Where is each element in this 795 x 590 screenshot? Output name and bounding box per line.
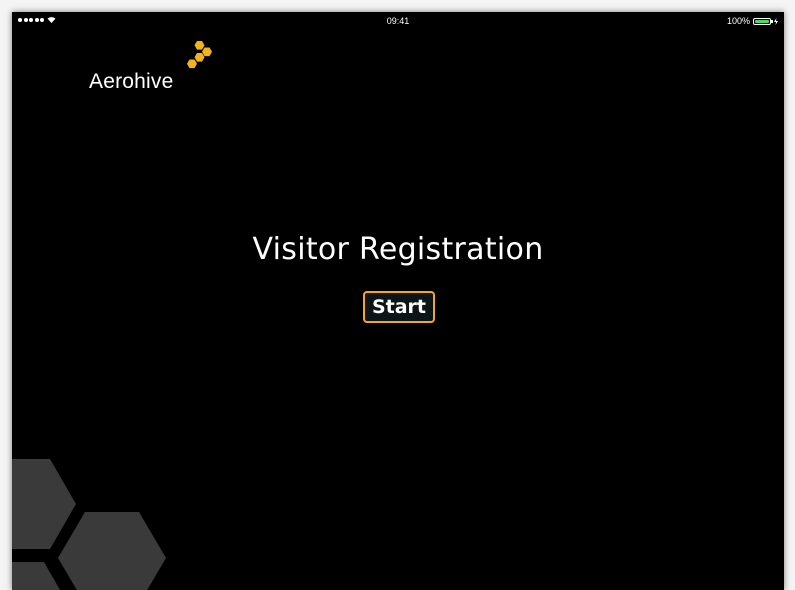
hexagon-bottom bbox=[12, 562, 60, 590]
app-screen: 09:41 100% Aerohive Visitor Registration… bbox=[12, 12, 784, 590]
hexagon-right bbox=[58, 512, 166, 590]
hexagon-decoration bbox=[12, 459, 166, 590]
hexagon-top bbox=[12, 459, 76, 549]
device-frame: 09:41 100% Aerohive Visitor Registration… bbox=[0, 0, 795, 590]
